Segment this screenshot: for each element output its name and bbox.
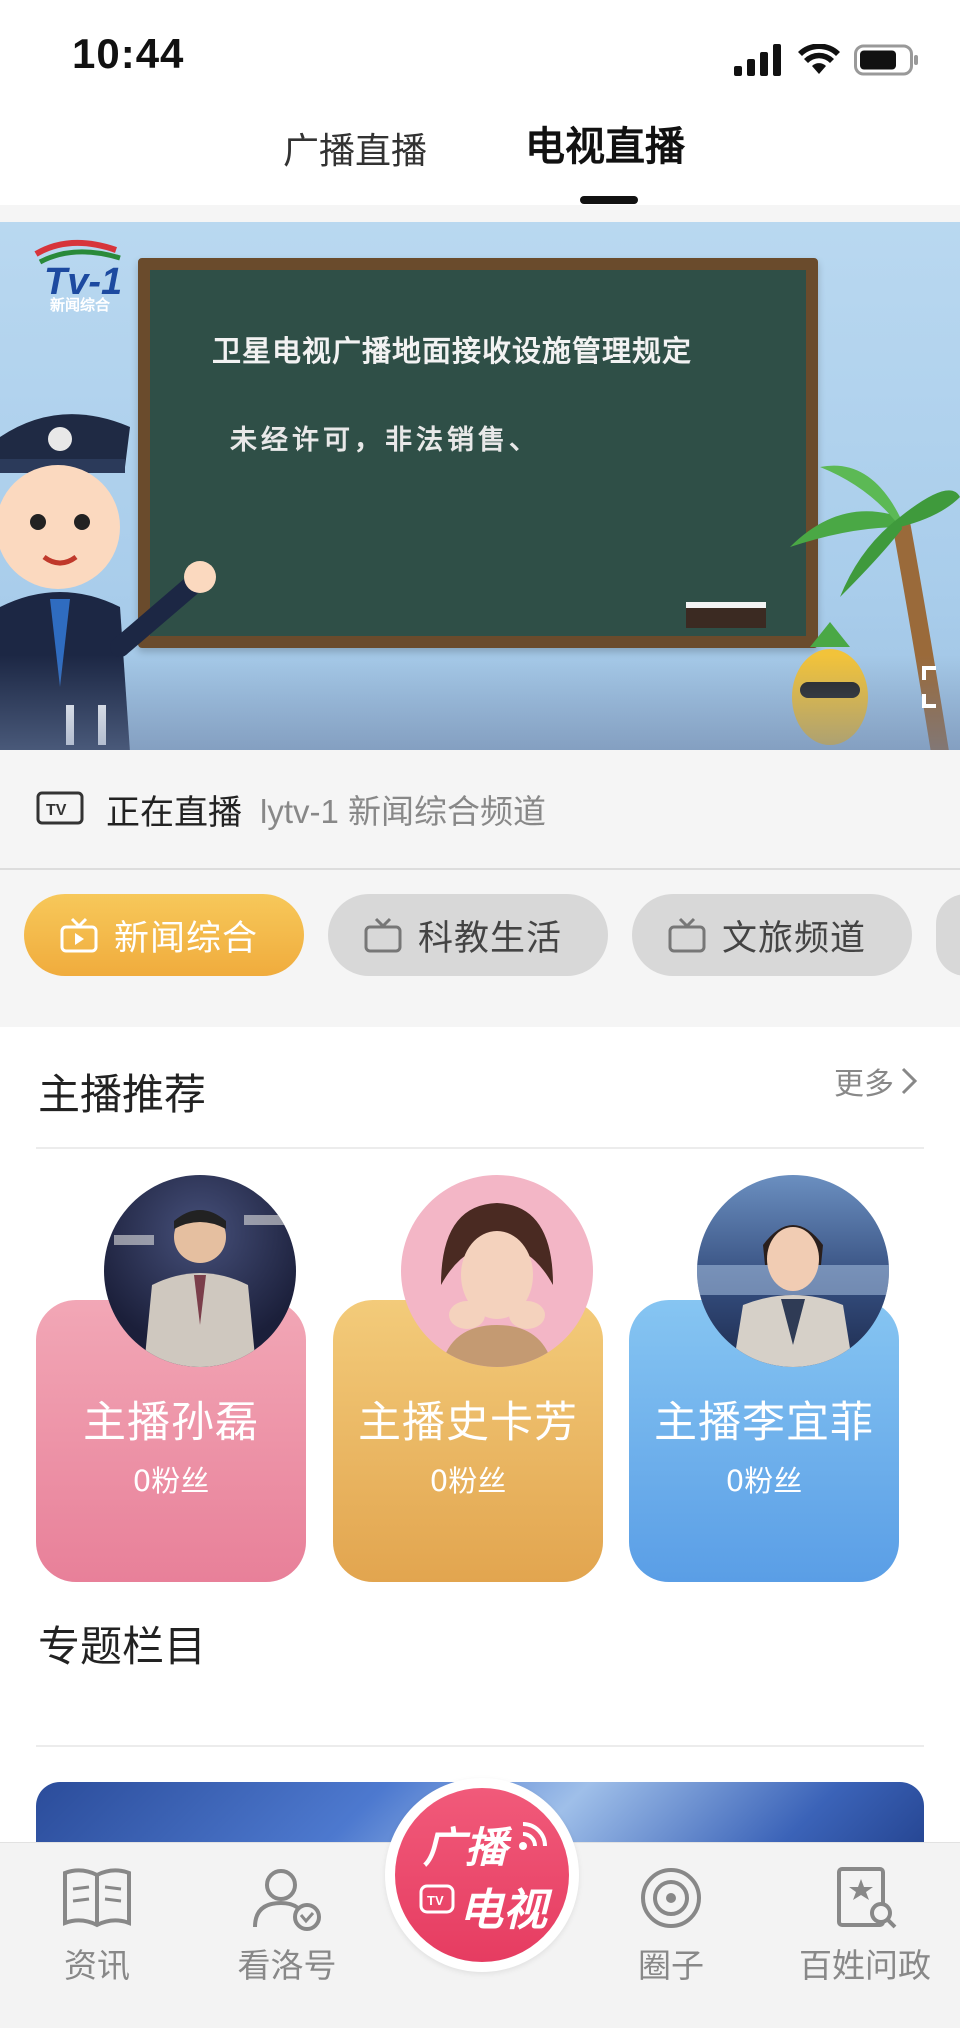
chevron-right-icon bbox=[901, 1067, 918, 1095]
board-line: 未经许可，非法销售、 bbox=[230, 425, 540, 456]
divider bbox=[36, 1147, 924, 1149]
player-controls-gradient bbox=[0, 655, 960, 750]
tab-active-indicator bbox=[580, 196, 638, 204]
anchor-avatar[interactable] bbox=[697, 1175, 889, 1367]
fullscreen-icon[interactable] bbox=[920, 662, 960, 712]
broadcast-tv-button-inner: 广播 TV 电视 bbox=[395, 1788, 569, 1962]
status-bar: 10:44 bbox=[0, 0, 960, 110]
nav-item-kanluo[interactable]: 看洛号 bbox=[212, 1865, 362, 1987]
svg-text:TV: TV bbox=[46, 802, 67, 819]
tv-icon bbox=[668, 917, 706, 953]
anchor-name: 主播李宜菲 bbox=[654, 1398, 874, 1448]
book-icon bbox=[63, 1868, 131, 1928]
center-button-bottom-label: 电视 bbox=[459, 1885, 547, 1936]
tab-tv-live[interactable]: 电视直播 bbox=[515, 110, 695, 205]
channel-chip-culture[interactable]: 文旅频道 bbox=[632, 894, 912, 976]
tv-icon bbox=[60, 917, 98, 953]
channel-chip-label: 科教生活 bbox=[418, 918, 563, 959]
signal-icon bbox=[734, 44, 781, 76]
section-title-topics: 专题栏目 bbox=[38, 1622, 207, 1671]
chalkboard: 卫星电视广播地面接收设施管理规定 未经许可，非法销售、 bbox=[138, 258, 818, 648]
channel-chip-science[interactable]: 科教生活 bbox=[328, 894, 608, 976]
tab-radio-live-label: 广播直播 bbox=[282, 131, 427, 172]
channel-chip-label: 新闻综合 bbox=[114, 918, 259, 959]
channel-chip-news[interactable]: 新闻综合 bbox=[24, 894, 304, 976]
anchor-avatar[interactable] bbox=[401, 1175, 593, 1367]
status-icons bbox=[734, 40, 920, 80]
board-title: 卫星电视广播地面接收设施管理规定 bbox=[212, 334, 693, 368]
tab-radio-live[interactable]: 广播直播 bbox=[275, 110, 435, 205]
nav-label: 百姓问政 bbox=[799, 1946, 931, 1985]
user-check-icon bbox=[253, 1869, 321, 1931]
person-photo bbox=[114, 1210, 288, 1367]
broadcast-tv-button[interactable]: 广播 TV 电视 bbox=[385, 1778, 579, 1972]
nav-item-news[interactable]: 资讯 bbox=[22, 1865, 172, 1987]
video-player[interactable]: Tv-1 新闻综合 卫星电视广播地面接收设施管理规定 未经许可，非法销售、 bbox=[0, 222, 960, 750]
report-search-icon bbox=[837, 1867, 897, 1929]
nav-label: 资讯 bbox=[64, 1946, 130, 1985]
more-link[interactable]: 更多 bbox=[834, 1059, 918, 1103]
divider bbox=[36, 1745, 924, 1747]
anchor-recommend-section: 主播推荐 更多 主播孙磊 0粉丝 主播史卡芳 0粉丝 主播李宜菲 0粉丝 bbox=[0, 1027, 960, 1587]
tv-icon: TV bbox=[419, 1884, 455, 1914]
anchor-name: 主播孙磊 bbox=[83, 1398, 259, 1448]
more-link-label: 更多 bbox=[834, 1067, 894, 1102]
channel-selector: 新闻综合 科教生活 文旅频道 bbox=[0, 872, 960, 1027]
channel-chip-label: 文旅频道 bbox=[722, 918, 867, 959]
tv-icon bbox=[364, 917, 402, 953]
nav-item-circle[interactable]: 圈子 bbox=[596, 1865, 746, 1987]
center-button-top-label: 广播 bbox=[423, 1823, 508, 1872]
battery-icon bbox=[854, 44, 918, 76]
circle-icon bbox=[641, 1868, 701, 1928]
anchor-fans: 0粉丝 bbox=[725, 1464, 803, 1498]
live-channel-name: lytv-1 新闻综合频道 bbox=[260, 793, 547, 830]
svg-text:TV: TV bbox=[427, 1893, 444, 1908]
section-title-anchors: 主播推荐 bbox=[38, 1070, 207, 1119]
anchor-name: 主播史卡芳 bbox=[358, 1398, 578, 1448]
live-info-bar: TV 正在直播 lytv-1 新闻综合频道 bbox=[0, 750, 960, 870]
nav-item-wenzheng[interactable]: 百姓问政 bbox=[790, 1865, 940, 1987]
tab-tv-live-label: 电视直播 bbox=[525, 124, 685, 170]
nav-label: 看洛号 bbox=[237, 1946, 337, 1985]
person-photo bbox=[441, 1203, 553, 1367]
radio-wave-icon bbox=[519, 1822, 547, 1850]
top-tabs: 广播直播 电视直播 bbox=[0, 110, 960, 205]
app-root: 10:44 广播直播 电视直播 Tv-1 新闻综合 卫星电视广播地面接收设施管理… bbox=[0, 0, 960, 2028]
live-status: 正在直播 bbox=[106, 792, 242, 833]
person-photo bbox=[697, 1225, 889, 1367]
anchor-fans: 0粉丝 bbox=[132, 1464, 210, 1498]
status-time: 10:44 bbox=[72, 30, 185, 77]
channel-chip-partial[interactable] bbox=[936, 894, 960, 976]
anchor-fans: 0粉丝 bbox=[429, 1464, 507, 1498]
anchor-avatar[interactable] bbox=[104, 1175, 296, 1367]
tv-icon: TV bbox=[36, 791, 84, 825]
nav-label: 圈子 bbox=[638, 1946, 704, 1985]
channel-logo-text: 新闻综合 bbox=[50, 296, 111, 314]
wifi-icon bbox=[798, 44, 840, 74]
